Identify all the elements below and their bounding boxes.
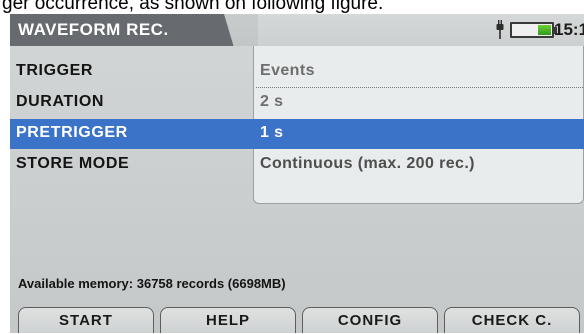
setting-label: TRIGGER <box>16 62 94 79</box>
start-button[interactable]: START <box>18 307 154 333</box>
battery-icon <box>510 22 557 38</box>
check-connection-button[interactable]: CHECK C. <box>444 307 580 333</box>
setting-row-trigger[interactable]: TRIGGER Events <box>10 57 584 87</box>
title-bar: WAVEFORM REC. 15:18 <box>10 14 584 46</box>
clock: 15:18 <box>554 20 584 39</box>
setting-row-duration[interactable]: DURATION 2 s <box>10 88 584 118</box>
setting-label: PRETRIGGER <box>16 124 128 141</box>
document-text-line: ger occurrence, as shown on following fi… <box>2 0 384 14</box>
plug-icon <box>496 20 504 39</box>
battery-level-fill <box>538 25 551 35</box>
function-key-bar: START HELP CONFIG CHECK C. <box>10 307 584 333</box>
help-button[interactable]: HELP <box>160 307 296 333</box>
setting-value: Continuous (max. 200 rec.) <box>260 155 475 172</box>
setting-row-pretrigger[interactable]: PRETRIGGER 1 s <box>10 119 584 149</box>
setting-row-store-mode[interactable]: STORE MODE Continuous (max. 200 rec.) <box>10 150 584 180</box>
setting-value: 2 s <box>260 93 284 110</box>
available-memory: Available memory: 36758 records (6698MB) <box>18 276 286 291</box>
title-bar-notch <box>224 14 258 46</box>
config-button[interactable]: CONFIG <box>302 307 438 333</box>
screen-title: WAVEFORM REC. <box>18 20 169 39</box>
setting-value: Events <box>260 62 315 79</box>
instrument-screen: WAVEFORM REC. 15:18 TRIGGER Events DURAT… <box>10 14 584 333</box>
setting-value: 1 s <box>260 124 284 141</box>
setting-label: DURATION <box>16 93 105 110</box>
setting-label: STORE MODE <box>16 155 130 172</box>
